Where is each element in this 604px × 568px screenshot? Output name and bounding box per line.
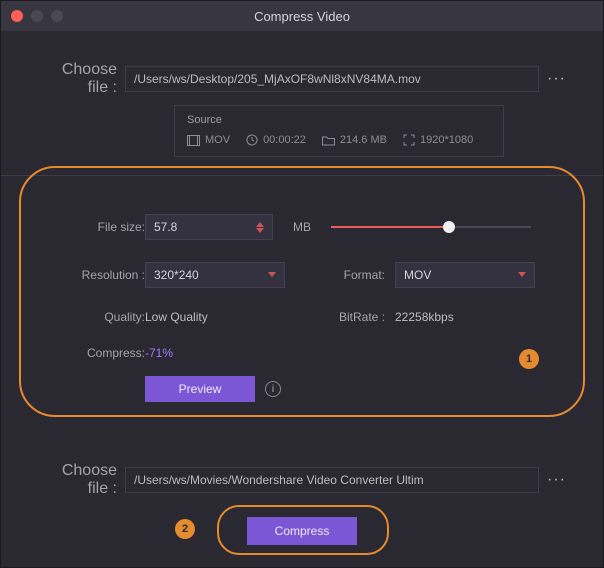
- chevron-down-icon: [268, 272, 276, 278]
- spin-up-icon[interactable]: [256, 221, 264, 227]
- source-format: MOV: [187, 134, 230, 146]
- bitrate-label: BitRate :: [325, 310, 385, 324]
- window-controls: [11, 10, 63, 22]
- resolution-select[interactable]: 320*240: [145, 262, 285, 288]
- settings-panel: File size: 57.8 MB: [39, 198, 565, 426]
- source-size: 214.6 MB: [322, 134, 387, 146]
- folder-icon: [322, 135, 335, 146]
- divider: [1, 175, 603, 176]
- file-size-slider[interactable]: [331, 219, 531, 235]
- output-file-path[interactable]: /Users/ws/Movies/Wondershare Video Conve…: [125, 467, 539, 493]
- compress-ratio-label: Compress:: [57, 346, 145, 360]
- chevron-down-icon: [518, 272, 526, 278]
- file-size-unit: MB: [293, 220, 325, 234]
- format-label: Format:: [325, 268, 385, 282]
- browse-input-button[interactable]: ···: [547, 70, 565, 88]
- input-file-label: Choose file :: [39, 61, 117, 97]
- quality-value: Low Quality: [145, 310, 285, 324]
- compress-ratio-value: -71%: [145, 346, 285, 360]
- zoom-window-button[interactable]: [51, 10, 63, 22]
- preview-button[interactable]: Preview: [145, 376, 255, 402]
- expand-icon: [403, 134, 415, 146]
- quality-label: Quality:: [57, 310, 145, 324]
- format-select[interactable]: MOV: [395, 262, 535, 288]
- source-info-box: Source MOV 00:00:22 214.6 MB 1920*1080: [174, 105, 504, 157]
- info-icon[interactable]: i: [265, 381, 281, 397]
- output-file-row: Choose file : /Users/ws/Movies/Wondersha…: [39, 462, 565, 498]
- browse-output-button[interactable]: ···: [547, 471, 565, 489]
- minimize-window-button[interactable]: [31, 10, 43, 22]
- close-window-button[interactable]: [11, 10, 23, 22]
- file-size-label: File size:: [57, 220, 145, 234]
- film-icon: [187, 135, 200, 146]
- bitrate-value: 22258kbps: [395, 310, 454, 324]
- slider-thumb[interactable]: [443, 221, 455, 233]
- spin-down-icon[interactable]: [256, 228, 264, 234]
- input-file-path[interactable]: /Users/ws/Desktop/205_MjAxOF8wNl8xNV84MA…: [125, 66, 539, 92]
- source-duration: 00:00:22: [246, 134, 306, 146]
- source-resolution: 1920*1080: [403, 134, 473, 146]
- source-heading: Source: [187, 114, 491, 126]
- resolution-label: Resolution :: [57, 268, 145, 282]
- output-file-label: Choose file :: [39, 462, 117, 498]
- titlebar: Compress Video: [1, 1, 603, 31]
- input-file-row: Choose file : /Users/ws/Desktop/205_MjAx…: [39, 61, 565, 97]
- window-title: Compress Video: [254, 9, 350, 24]
- file-size-input[interactable]: 57.8: [145, 214, 273, 240]
- clock-icon: [246, 134, 258, 146]
- compress-video-window: Compress Video Choose file : /Users/ws/D…: [0, 0, 604, 568]
- compress-button[interactable]: Compress: [247, 517, 357, 545]
